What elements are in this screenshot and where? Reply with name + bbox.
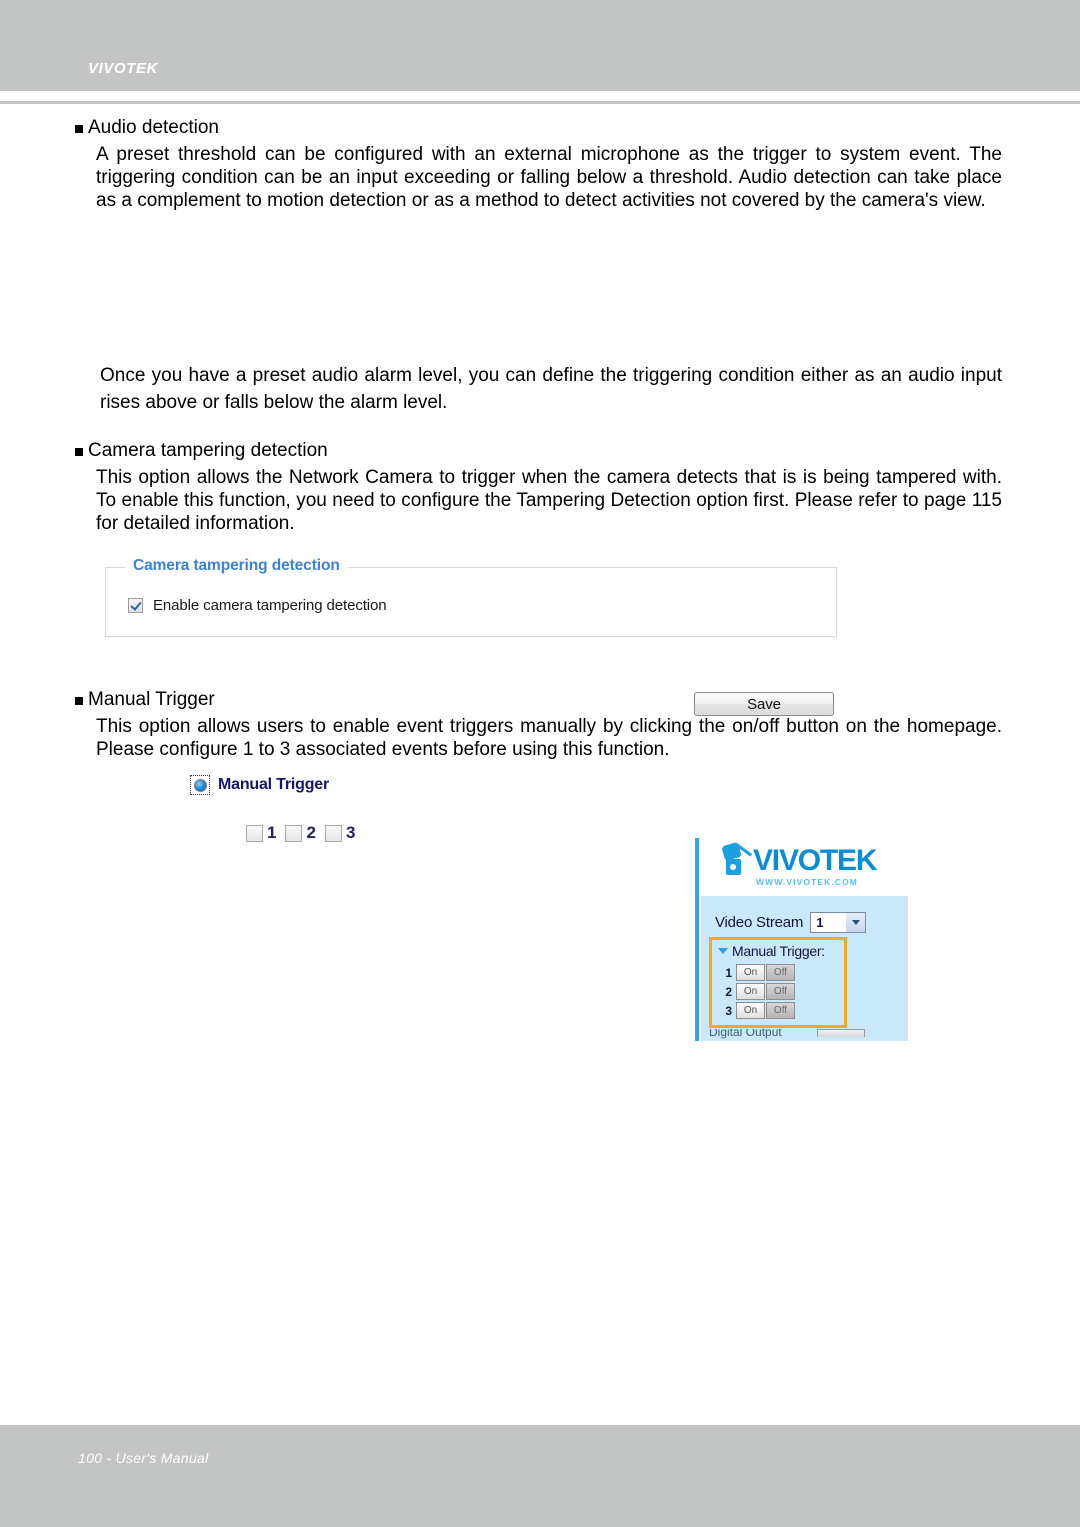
video-stream-select[interactable]: 1 xyxy=(810,912,867,933)
manual-trigger-row-1-off-button[interactable]: Off xyxy=(766,964,795,981)
manual-trigger-rows: 1 On Off 2 On Off 3 On Off xyxy=(720,964,795,1021)
manual-trigger-row-2: 2 On Off xyxy=(720,983,795,1000)
manual-trigger-row-2-number: 2 xyxy=(725,984,732,999)
screenshot-left-accent-bar xyxy=(695,838,699,1041)
section-heading-manual-trigger-label: Manual Trigger xyxy=(88,689,215,710)
manual-trigger-row-1-on-button[interactable]: On xyxy=(736,964,765,981)
section-heading-camera-tampering-label: Camera tampering detection xyxy=(88,440,328,461)
bullet-square-icon xyxy=(75,125,83,133)
camera-tampering-widget: Camera tampering detection Enable camera… xyxy=(0,557,1080,687)
manual-trigger-row-3-off-button[interactable]: Off xyxy=(766,1002,795,1019)
manual-trigger-row-3-on-button[interactable]: On xyxy=(736,1002,765,1019)
manual-trigger-row-1: 1 On Off xyxy=(720,964,795,981)
manual-trigger-checkbox-3[interactable] xyxy=(324,824,342,842)
bullet-square-icon xyxy=(75,448,83,456)
section-body-camera-tampering: This option allows the Network Camera to… xyxy=(96,467,1002,534)
manual-trigger-panel-title[interactable]: Manual Trigger: xyxy=(718,943,825,959)
video-stream-row: Video Stream 1 xyxy=(715,912,867,933)
screenshot-logo-wordmark: VIVOTEK xyxy=(753,844,877,877)
manual-trigger-widget: Manual Trigger 1 2 3 xyxy=(0,767,1080,997)
manual-trigger-radio-button[interactable] xyxy=(193,778,207,792)
brand-logo: VIVOTEK xyxy=(88,60,159,77)
save-button[interactable]: Save xyxy=(694,692,834,716)
section-heading-camera-tampering: Camera tampering detection xyxy=(0,438,1080,464)
manual-trigger-checkbox-1[interactable] xyxy=(246,824,263,842)
layout-spacer xyxy=(0,212,1080,362)
manual-trigger-checkbox-group-1[interactable]: 1 xyxy=(246,823,276,843)
manual-trigger-checkbox-1-label: 1 xyxy=(267,823,277,842)
manual-trigger-row-2-on-button[interactable]: On xyxy=(736,983,765,1000)
chevron-down-icon[interactable] xyxy=(718,948,728,954)
bullet-square-icon xyxy=(75,697,83,705)
manual-trigger-row-2-off-button[interactable]: Off xyxy=(766,983,795,1000)
section-heading-audio-detection-label: Audio detection xyxy=(88,117,219,138)
video-stream-label: Video Stream xyxy=(715,914,804,931)
screenshot-logo-url: WWW.VIVOTEK.COM xyxy=(756,877,858,887)
section-heading-manual-trigger: Manual Trigger xyxy=(0,687,1080,713)
manual-trigger-checkbox-row: 1 2 3 xyxy=(246,823,364,843)
manual-trigger-checkbox-2-label: 2 xyxy=(306,823,316,842)
manual-trigger-checkbox-2[interactable] xyxy=(285,824,303,842)
camera-tampering-legend: Camera tampering detection xyxy=(125,557,348,575)
enable-camera-tampering-label: Enable camera tampering detection xyxy=(153,597,387,614)
vivotek-camera-logo-icon xyxy=(721,841,757,882)
page-footer: 100 - User's Manual xyxy=(0,1425,1080,1527)
manual-trigger-radio-focus-ring[interactable] xyxy=(190,775,210,795)
manual-trigger-highlight-box: Manual Trigger: 1 On Off 2 On Off 3 On O… xyxy=(709,937,847,1028)
footer-page-label: 100 - User's Manual xyxy=(78,1450,209,1466)
screenshot-cut-off-button xyxy=(817,1029,865,1037)
section-heading-audio-detection: Audio detection xyxy=(0,115,1080,141)
screenshot-cut-off-text: Digital Output xyxy=(709,1029,782,1039)
manual-trigger-row-3: 3 On Off xyxy=(720,1002,795,1019)
page-content: Audio detection A preset threshold can b… xyxy=(0,115,1080,997)
chevron-down-icon[interactable] xyxy=(846,913,866,932)
manual-trigger-checkbox-group-2[interactable]: 2 xyxy=(285,823,316,843)
section-note-audio-detection: Once you have a preset audio alarm level… xyxy=(100,365,1002,413)
screenshot-control-panel: Video Stream 1 Manual Trigger: 1 On Off … xyxy=(701,896,908,1041)
page-header: VIVOTEK xyxy=(0,0,1080,91)
header-divider xyxy=(0,101,1080,104)
screenshot-logo-area: VIVOTEK WWW.VIVOTEK.COM xyxy=(701,838,908,896)
layout-spacer xyxy=(0,416,1080,438)
section-body-manual-trigger: This option allows users to enable event… xyxy=(96,716,1002,760)
video-stream-selected-value: 1 xyxy=(816,915,824,930)
enable-camera-tampering-row[interactable]: Enable camera tampering detection xyxy=(128,597,387,614)
screenshot-cut-off-row: Digital Output xyxy=(709,1029,869,1039)
embedded-homepage-screenshot: VIVOTEK WWW.VIVOTEK.COM Video Stream 1 M… xyxy=(695,838,908,1041)
manual-trigger-row-3-number: 3 xyxy=(725,1003,732,1018)
manual-trigger-radio-row[interactable]: Manual Trigger xyxy=(190,775,329,795)
manual-trigger-checkbox-3-label: 3 xyxy=(345,823,356,842)
manual-trigger-row-1-number: 1 xyxy=(725,965,732,980)
manual-trigger-checkbox-group-3[interactable]: 3 xyxy=(324,823,356,843)
logo-lens-shape xyxy=(726,859,741,875)
manual-trigger-panel-title-label: Manual Trigger: xyxy=(732,943,825,959)
manual-trigger-radio-label: Manual Trigger xyxy=(218,776,329,793)
enable-camera-tampering-checkbox[interactable] xyxy=(128,598,143,613)
section-body-audio-detection: A preset threshold can be configured wit… xyxy=(96,144,1002,211)
